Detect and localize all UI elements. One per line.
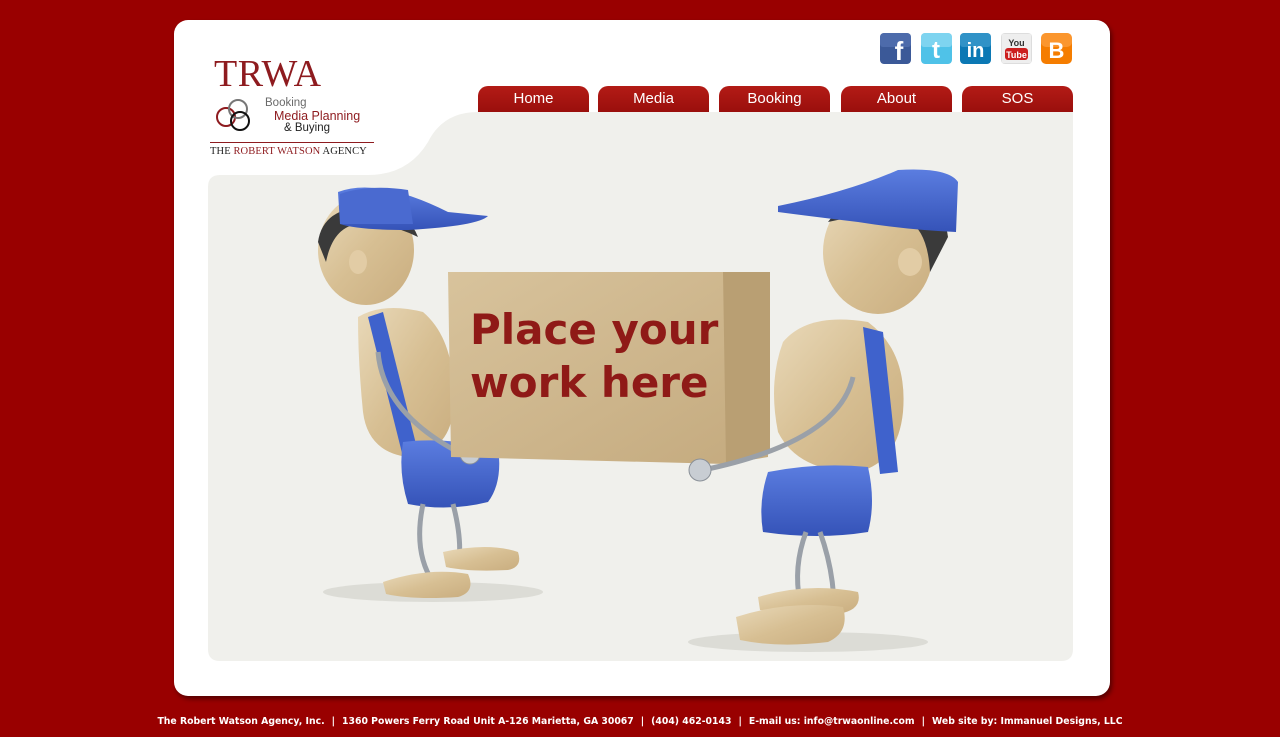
youtube-icon: You Tube — [1001, 33, 1032, 64]
box-text-line1: Place your — [470, 305, 719, 354]
twitter-icon: t — [921, 33, 952, 64]
blogger-link[interactable]: B — [1041, 33, 1072, 64]
footer-email-link[interactable]: E-mail us: info@trwaonline.com — [749, 716, 915, 727]
facebook-icon: f — [880, 33, 911, 64]
footer-company: The Robert Watson Agency, Inc. — [157, 716, 325, 727]
facebook-link[interactable]: f — [880, 33, 911, 64]
footer-address: 1360 Powers Ferry Road Unit A-126 Mariet… — [342, 716, 634, 727]
tab-about[interactable]: About — [841, 86, 952, 112]
svg-text:t: t — [932, 37, 940, 64]
hero-image: Place your work here — [208, 112, 1073, 661]
tab-media[interactable]: Media — [598, 86, 709, 112]
svg-text:Tube: Tube — [1006, 50, 1027, 60]
svg-text:You: You — [1008, 38, 1024, 48]
tab-booking[interactable]: Booking — [719, 86, 830, 112]
logo-title: TRWA — [214, 53, 322, 95]
footer-credit-link[interactable]: Web site by: Immanuel Designs, LLC — [932, 716, 1123, 727]
footer-separator: | — [738, 716, 742, 727]
linkedin-icon: in — [960, 33, 991, 64]
cardboard-box: Place your work here — [448, 272, 770, 464]
linkedin-link[interactable]: in — [960, 33, 991, 64]
logo-line-booking: Booking — [265, 97, 307, 109]
svg-text:in: in — [967, 40, 985, 62]
footer-separator: | — [921, 716, 925, 727]
tab-home[interactable]: Home — [478, 86, 589, 112]
svg-text:f: f — [895, 36, 904, 64]
box-text-line2: work here — [470, 358, 709, 407]
tab-sos[interactable]: SOS — [962, 86, 1073, 112]
blogger-icon: B — [1041, 33, 1072, 64]
footer: The Robert Watson Agency, Inc. | 1360 Powe… — [0, 716, 1280, 727]
footer-separator: | — [640, 716, 645, 727]
youtube-link[interactable]: You Tube — [1001, 33, 1032, 64]
svg-text:B: B — [1049, 38, 1065, 63]
footer-phone: (404) 462-0143 — [651, 716, 732, 727]
footer-separator: | — [331, 716, 336, 727]
twitter-link[interactable]: t — [921, 33, 952, 64]
